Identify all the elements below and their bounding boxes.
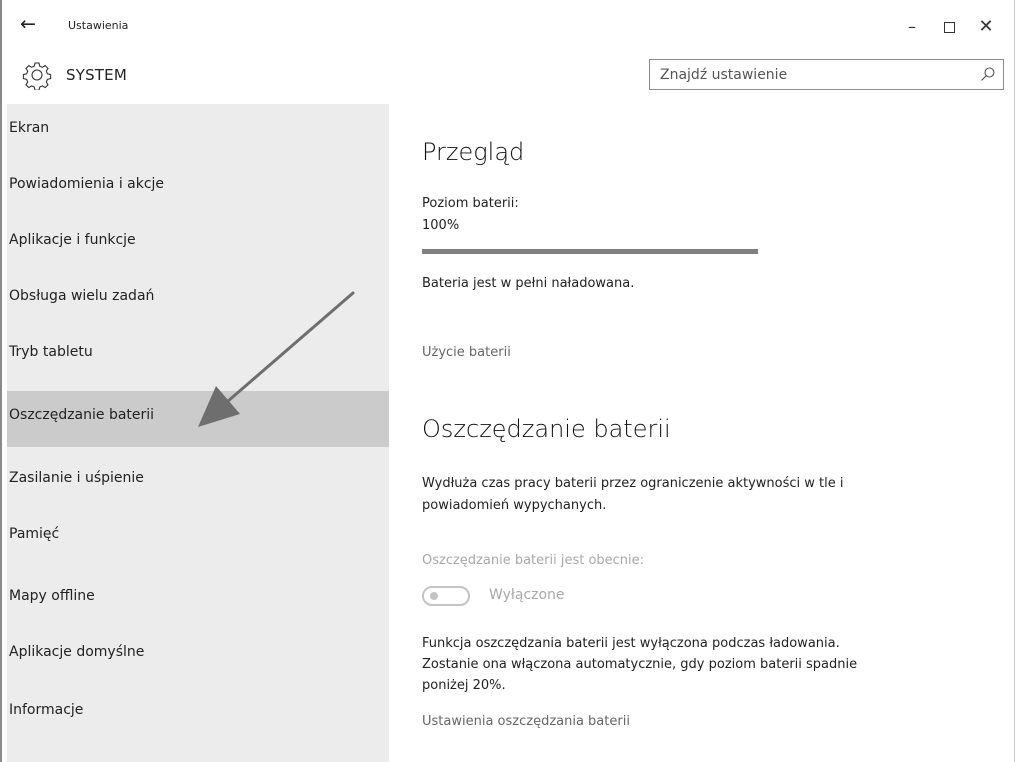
search-icon[interactable] (980, 66, 996, 82)
sidebar-item-label: Ekran (9, 120, 50, 136)
maximize-icon (943, 22, 955, 33)
sidebar-item-ekran[interactable]: Ekran (7, 104, 389, 160)
sidebar-item-label: Zasilanie i uśpienie (9, 470, 144, 486)
sidebar-item-label: Powiadomienia i akcje (9, 176, 165, 192)
sidebar-item-label: Informacje (9, 702, 84, 718)
sidebar-item-zasilanie[interactable]: Zasilanie i uśpienie (7, 454, 389, 510)
sidebar-item-label: Tryb tabletu (9, 344, 93, 360)
sidebar-item-pamiec[interactable]: Pamięć (7, 510, 389, 566)
battery-level-fill (422, 249, 758, 254)
sidebar-item-powiadomienia[interactable]: Powiadomienia i akcje (7, 160, 389, 216)
annotation-arrow-icon (198, 291, 355, 427)
minimize-button[interactable]: – (897, 14, 927, 40)
search-box[interactable] (649, 59, 1004, 90)
sidebar-item-label: Aplikacje domyślne (9, 644, 145, 660)
sidebar-item-label: Aplikacje i funkcje (9, 232, 136, 248)
sidebar-item-label: Pamięć (9, 526, 60, 542)
battery-saver-note-3: poniżej 20%. (422, 678, 506, 693)
battery-saver-toggle-label: Wyłączone (489, 587, 565, 603)
window-border-left (0, 0, 2, 762)
battery-level-bar (422, 249, 758, 254)
battery-level-value: 100% (422, 218, 460, 233)
gear-icon (22, 62, 52, 90)
section-title: SYSTEM (66, 66, 127, 84)
close-button[interactable]: ✕ (971, 14, 1001, 40)
sidebar-item-mapy-offline[interactable]: Mapy offline (7, 572, 389, 628)
battery-saver-note-2: Zostanie ona włączona automatycznie, gdy… (422, 657, 858, 672)
toggle-knob (430, 592, 438, 600)
battery-status-text: Bateria jest w pełni naładowana. (422, 276, 635, 291)
battery-level-label: Poziom baterii: (422, 196, 519, 211)
app-title: Ustawienia (68, 19, 129, 32)
sidebar-item-label: Oszczędzanie baterii (9, 407, 155, 423)
battery-saver-settings-link[interactable]: Ustawienia oszczędzania baterii (422, 714, 630, 729)
battery-saver-note-1: Funkcja oszczędzania baterii jest wyłącz… (422, 636, 840, 651)
main-content: Przegląd Poziom baterii: 100% Bateria je… (407, 104, 1014, 762)
battery-saver-heading: Oszczędzanie baterii (422, 415, 671, 443)
battery-saver-state-label: Oszczędzanie baterii jest obecnie: (422, 553, 645, 568)
overview-heading: Przegląd (422, 138, 525, 166)
sidebar-item-label: Mapy offline (9, 588, 95, 604)
sidebar-item-label: Obsługa wielu zadań (9, 288, 155, 304)
sidebar-item-aplikacje-domyslne[interactable]: Aplikacje domyślne (7, 628, 389, 684)
battery-usage-link[interactable]: Użycie baterii (422, 345, 511, 360)
maximize-button[interactable] (934, 14, 964, 40)
search-input[interactable] (650, 60, 960, 89)
battery-saver-toggle[interactable] (422, 586, 470, 606)
title-bar: ← Ustawienia – ✕ (2, 0, 1014, 50)
battery-saver-description-1: Wydłuża czas pracy baterii przez ogranic… (422, 476, 844, 491)
sidebar-item-aplikacje-funkcje[interactable]: Aplikacje i funkcje (7, 216, 389, 272)
sidebar-item-informacje[interactable]: Informacje (7, 686, 389, 742)
battery-saver-description-2: powiadomień wypychanych. (422, 498, 607, 513)
back-arrow-icon[interactable]: ← (20, 12, 36, 36)
